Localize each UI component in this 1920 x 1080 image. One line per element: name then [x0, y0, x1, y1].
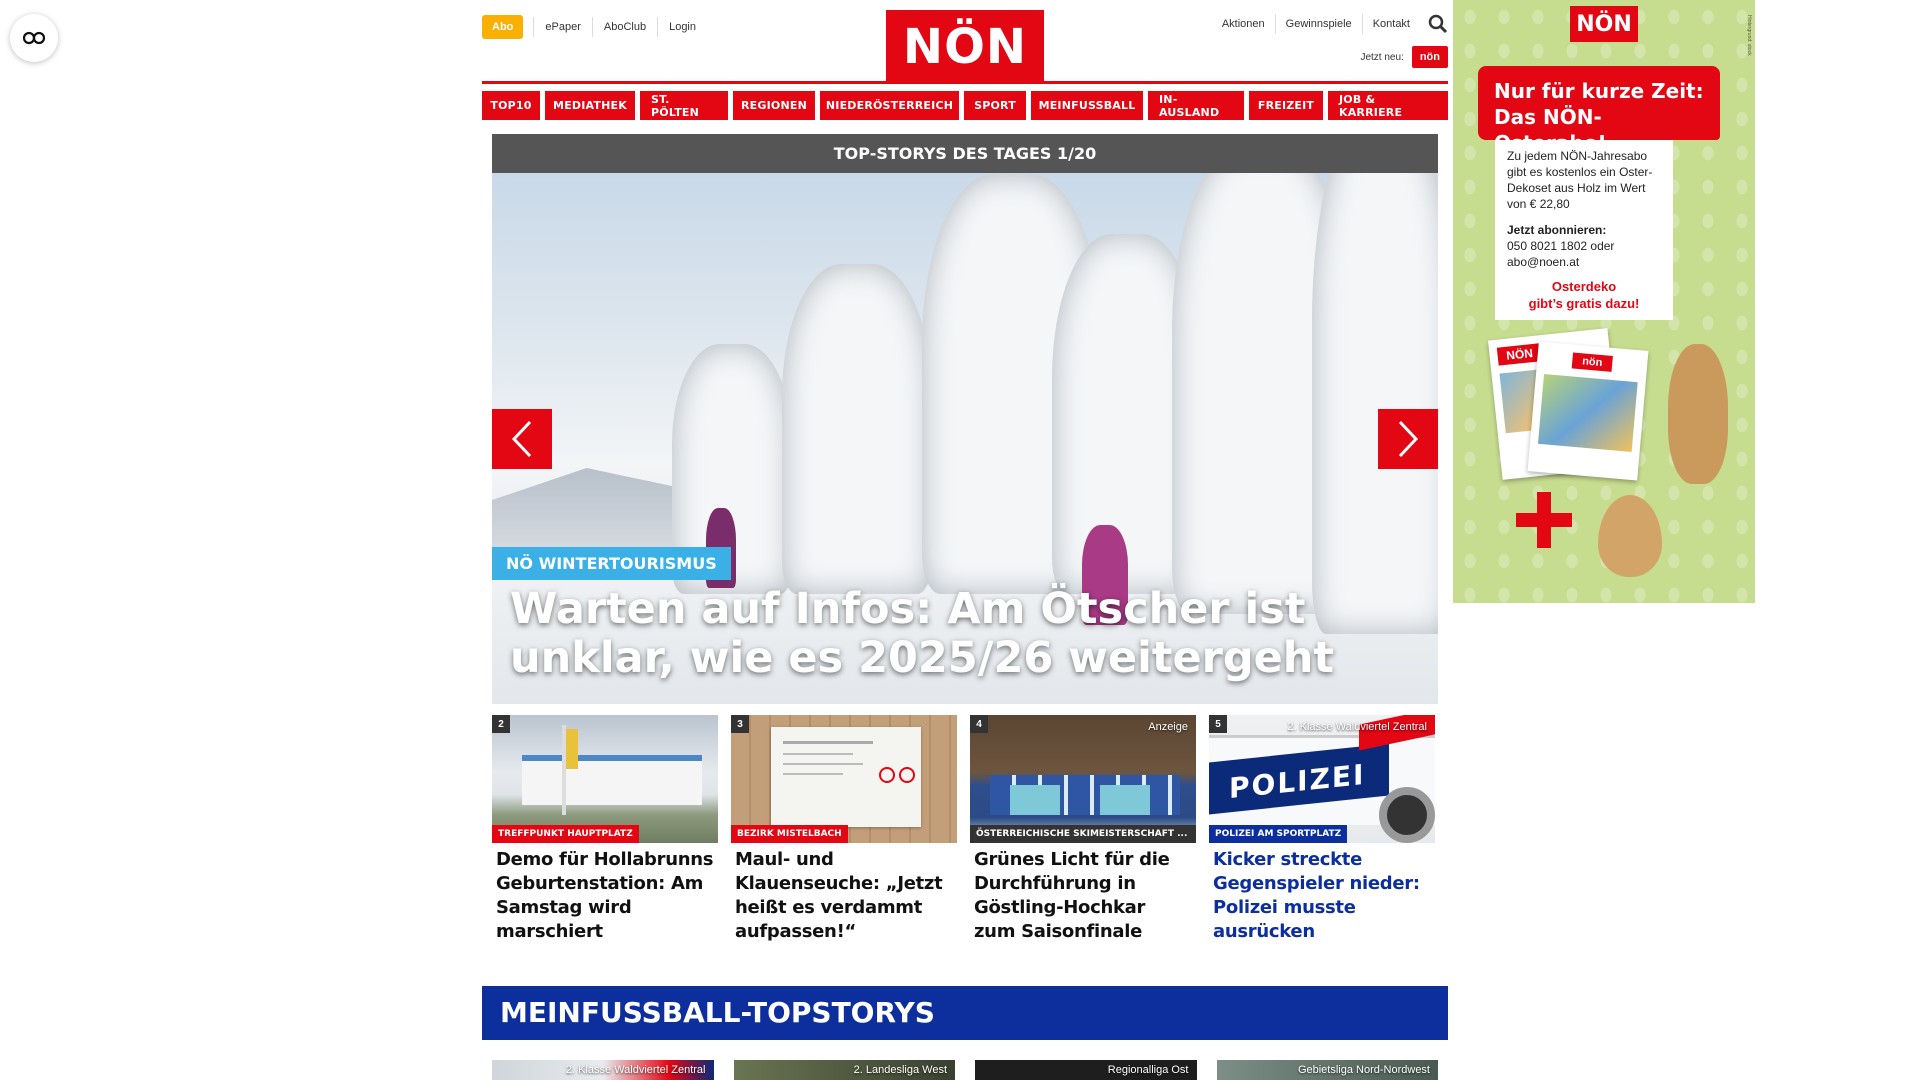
nav-in-ausland[interactable]: IN-AUSLAND: [1148, 91, 1244, 120]
story-tag[interactable]: ÖSTERREICHISCHE SKIMEISTERSCHAFT ...: [970, 825, 1196, 843]
ad-text: Zu jedem NÖN-Jahresabo gibt es kostenlos…: [1507, 149, 1653, 211]
jetzt-neu: Jetzt neu: nön: [1360, 46, 1448, 68]
story-card[interactable]: 3 BEZIRK MISTELBACH Maul- und Klauenseuc…: [731, 715, 957, 944]
story-tag[interactable]: BEZIRK MISTELBACH: [731, 825, 848, 843]
epaper-link[interactable]: ePaper: [533, 17, 591, 37]
league-label: Regionalliga Ost: [1107, 1064, 1189, 1076]
meinfussball-card[interactable]: 2. Landesliga West: [733, 1060, 955, 1080]
story-title[interactable]: Demo für Hollabrunns Geburtenstation: Am…: [492, 848, 718, 944]
ad-banner: Nur für kurze Zeit: Das NÖN-Osterabo!: [1478, 66, 1720, 155]
nav-st-poelten[interactable]: ST. PÖLTEN: [640, 91, 728, 120]
ad-logo: NÖN: [1570, 6, 1638, 42]
story-image[interactable]: 3 BEZIRK MISTELBACH: [731, 715, 957, 843]
search-icon[interactable]: [1428, 14, 1448, 34]
jetzt-neu-label: Jetzt neu:: [1360, 51, 1404, 63]
league-label: 2. Landesliga West: [853, 1064, 947, 1076]
poster: [1100, 785, 1150, 815]
story-number: 4: [970, 715, 988, 733]
meinfussball-cards: 2. Klasse Waldviertel Zentral 2. Landesl…: [492, 1060, 1438, 1080]
story-tag[interactable]: POLIZEI AM SPORTPLATZ: [1209, 825, 1348, 843]
story-headline[interactable]: Warten auf Infos: Am Ötscher ist unklar,…: [510, 585, 1398, 683]
slider-image[interactable]: NÖ WINTERTOURISMUS Warten auf Infos: Am …: [492, 173, 1438, 704]
nav-top10[interactable]: TOP10: [482, 91, 540, 120]
nav-meinfussball[interactable]: MEINFUSSBALL: [1031, 91, 1143, 120]
league-label[interactable]: 2. Klasse Waldviertel Zentral: [1287, 721, 1427, 733]
meinfussball-section-title[interactable]: MEINFUSSBALL-TOPSTORYS: [482, 986, 1448, 1040]
story-card[interactable]: 2 TREFFPUNKT HAUPTPLATZ Demo für Hollabr…: [492, 715, 718, 944]
story-cards: 2 TREFFPUNKT HAUPTPLATZ Demo für Hollabr…: [492, 715, 1438, 944]
league-label: 2. Klasse Waldviertel Zentral: [565, 1064, 706, 1076]
story-title[interactable]: Kicker streckte Gegenspieler nieder: Pol…: [1209, 848, 1435, 944]
story-title[interactable]: Grünes Licht für die Durchführung in Gös…: [970, 848, 1196, 944]
story-number: 5: [1209, 715, 1227, 733]
ad-cta-title: Jetzt abonnieren:: [1507, 223, 1607, 237]
plus-icon: [1516, 492, 1572, 548]
magazine-cover: nön: [1527, 341, 1649, 481]
ad-cta-text: 050 8021 1802 oder abo@noen.at: [1507, 239, 1615, 269]
nav-freizeit[interactable]: FREIZEIT: [1249, 91, 1323, 120]
ad-red-line1: Osterdeko: [1551, 279, 1617, 294]
site-logo[interactable]: NÖN: [886, 10, 1044, 84]
ad-side-text: Hintergrund: stock: [1746, 15, 1752, 56]
flag: [566, 729, 578, 769]
aboclub-link[interactable]: AboClub: [591, 17, 657, 37]
poster: [1010, 785, 1060, 815]
story-number: 3: [731, 715, 749, 733]
slider-next-button[interactable]: [1378, 409, 1438, 469]
main-column: Abo ePaper AboClub Login NÖN Aktionen Ge…: [482, 0, 1448, 1080]
ad-label: Anzeige: [1148, 721, 1188, 733]
category-nav: TOP10 MEDIATHEK ST. PÖLTEN REGIONEN NIED…: [482, 91, 1448, 120]
story-card[interactable]: POLIZEI 5 2. Klasse Waldviertel Zentral …: [1209, 715, 1435, 944]
story-image[interactable]: 4 Anzeige ÖSTERREICHISCHE SKIMEISTERSCHA…: [970, 715, 1196, 843]
top-stories-slider: TOP-STORYS DES TAGES 1/20 NÖ WINTERTOURI…: [492, 134, 1438, 704]
story-tag[interactable]: TREFFPUNKT HAUPTPLATZ: [492, 825, 639, 843]
meinfussball-card[interactable]: Gebietsliga Nord-Nordwest: [1216, 1060, 1438, 1080]
snowy-tree: [782, 264, 932, 594]
nav-niederoesterreich[interactable]: NIEDERÖSTERREICH: [820, 91, 959, 120]
nav-regionen[interactable]: REGIONEN: [733, 91, 815, 120]
story-image[interactable]: 2 TREFFPUNKT HAUPTPLATZ: [492, 715, 718, 843]
slider-heading: TOP-STORYS DES TAGES 1/20: [492, 134, 1438, 173]
top-right-nav: Aktionen Gewinnspiele Kontakt: [1212, 14, 1448, 34]
site-header: Abo ePaper AboClub Login NÖN Aktionen Ge…: [482, 0, 1448, 84]
nav-mediathek[interactable]: MEDIATHEK: [545, 91, 635, 120]
snowy-tree: [1312, 173, 1438, 634]
slider-prev-button[interactable]: [492, 409, 552, 469]
osterabo-advertisement[interactable]: NÖN Hintergrund: stock Nur für kurze Zei…: [1453, 0, 1755, 603]
story-card[interactable]: 4 Anzeige ÖSTERREICHISCHE SKIMEISTERSCHA…: [970, 715, 1196, 944]
wooden-bunny: [1668, 344, 1728, 484]
league-label: Gebietsliga Nord-Nordwest: [1297, 1064, 1430, 1076]
jetzt-neu-logo[interactable]: nön: [1411, 46, 1448, 68]
aktionen-link[interactable]: Aktionen: [1212, 14, 1276, 34]
kontakt-link[interactable]: Kontakt: [1363, 14, 1420, 34]
glasses-icon: [22, 31, 46, 45]
abo-button[interactable]: Abo: [482, 15, 524, 39]
gewinnspiele-link[interactable]: Gewinnspiele: [1276, 14, 1363, 34]
accessibility-button[interactable]: [10, 14, 58, 62]
meinfussball-card[interactable]: 2. Klasse Waldviertel Zentral: [492, 1060, 714, 1080]
meinfussball-card[interactable]: Regionalliga Ost: [975, 1060, 1197, 1080]
building-shape: [522, 755, 702, 805]
ad-red-line2: gibt’s gratis dazu!: [1528, 296, 1640, 311]
notice-paper: [771, 727, 921, 827]
login-link[interactable]: Login: [657, 17, 707, 37]
car-wheel: [1379, 787, 1435, 843]
nav-sport[interactable]: SPORT: [964, 91, 1026, 120]
chevron-right-icon: [1398, 420, 1419, 458]
ad-text-box: Zu jedem NÖN-Jahresabo gibt es kostenlos…: [1495, 140, 1673, 320]
nav-job-karriere[interactable]: JOB & KARRIERE: [1328, 91, 1448, 120]
story-title[interactable]: Maul- und Klauenseuche: „Jetzt heißt es …: [731, 848, 957, 944]
chevron-left-icon: [511, 420, 532, 458]
story-number: 2: [492, 715, 510, 733]
ad-red-note: Osterdeko gibt’s gratis dazu!: [1507, 278, 1661, 312]
top-left-nav: Abo ePaper AboClub Login: [482, 15, 707, 39]
story-kicker[interactable]: NÖ WINTERTOURISMUS: [492, 547, 731, 580]
ad-banner-line1: Nur für kurze Zeit:: [1494, 79, 1704, 103]
story-image[interactable]: POLIZEI 5 2. Klasse Waldviertel Zentral …: [1209, 715, 1435, 843]
